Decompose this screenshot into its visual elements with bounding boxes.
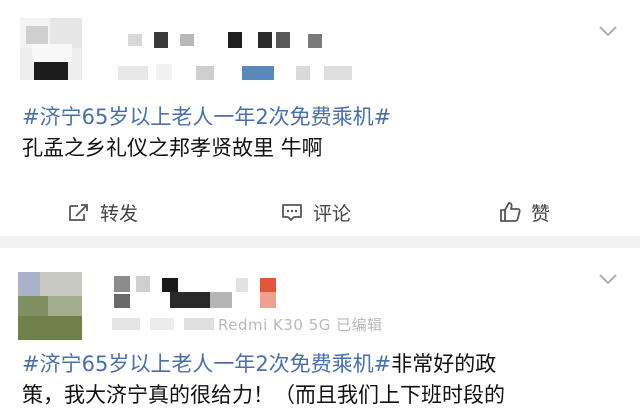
thumbs-up-icon [497,199,523,225]
hashtag[interactable]: #济宁65岁以上老人一年2次免费乘机# [22,352,391,376]
avatar[interactable] [20,18,82,80]
username-pixelated[interactable] [112,274,282,310]
post-actions: 转发 评论 赞 [0,192,640,232]
post-separator [0,236,640,248]
comment-icon [279,199,305,225]
post-content: #济宁65岁以上老人一年2次免费乘机# 孔孟之乡礼仪之邦孝贤故里 牛啊 [22,102,626,164]
post-hashtag-line[interactable]: #济宁65岁以上老人一年2次免费乘机# [22,102,626,133]
chevron-down-icon[interactable] [598,272,618,286]
repost-button[interactable]: 转发 [66,192,138,232]
avatar[interactable] [18,272,82,340]
like-label: 赞 [531,202,551,225]
post-text-line-2: 策，我大济宁真的很给力！（而且我们上下班时段的 [22,383,505,407]
post-card: #济宁65岁以上老人一年2次免费乘机# 孔孟之乡礼仪之邦孝贤故里 牛啊 转发 评… [0,0,640,236]
repost-label: 转发 [100,202,139,225]
like-button[interactable]: 赞 [497,192,550,232]
post-line-1: #济宁65岁以上老人一年2次免费乘机#非常好的政 [22,349,626,380]
hashtag[interactable]: #济宁65岁以上老人一年2次免费乘机# [22,105,391,129]
post-text-line-1: 非常好的政 [391,352,497,376]
repost-icon [66,199,92,225]
chevron-down-icon[interactable] [598,24,618,38]
post-content: #济宁65岁以上老人一年2次免费乘机#非常好的政 策，我大济宁真的很给力！（而且… [22,349,626,411]
comment-button[interactable]: 评论 [279,192,351,232]
comment-label: 评论 [313,202,352,225]
device-source: Redmi K30 5G 已编辑 [218,316,383,334]
username-pixelated[interactable] [110,32,330,50]
post-card: Redmi K30 5G 已编辑 #济宁65岁以上老人一年2次免费乘机#非常好的… [0,248,640,419]
post-text: 孔孟之乡礼仪之邦孝贤故里 牛啊 [22,136,323,160]
timestamp-pixelated [110,314,220,332]
timestamp-pixelated [110,62,370,82]
weibo-feed: #济宁65岁以上老人一年2次免费乘机# 孔孟之乡礼仪之邦孝贤故里 牛啊 转发 评… [0,0,640,419]
